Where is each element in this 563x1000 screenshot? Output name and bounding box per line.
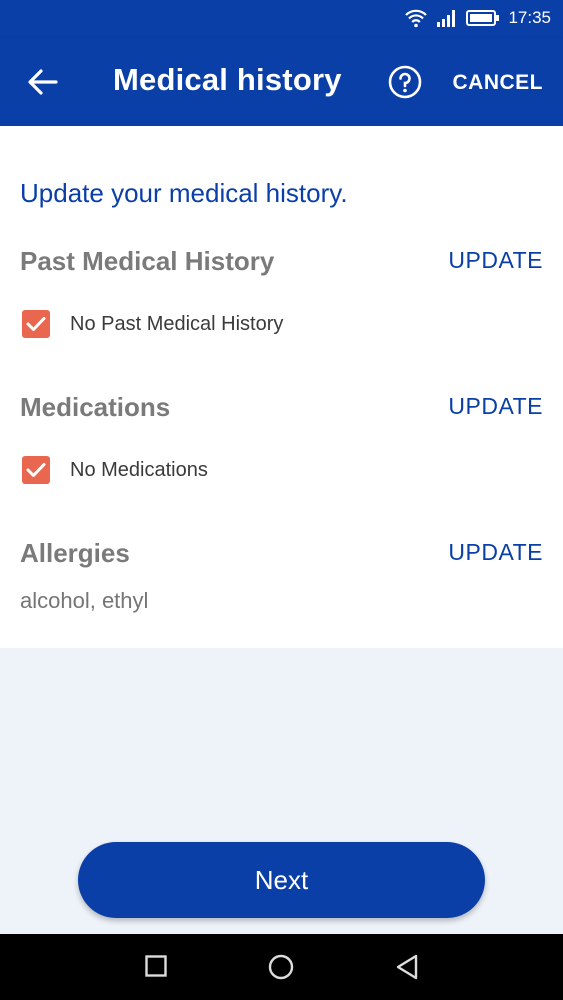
recent-apps-icon[interactable] <box>145 955 167 982</box>
checkbox-label: No Medications <box>70 458 208 481</box>
medications-title: Medications <box>20 392 171 422</box>
app-bar: Medical history CANCEL <box>0 38 563 126</box>
no-medications-checkbox-row[interactable]: No Medications <box>22 456 208 484</box>
update-medications-button[interactable]: UPDATE <box>448 393 543 420</box>
past-medical-history-title: Past Medical History <box>20 246 275 276</box>
next-button[interactable]: Next <box>78 842 485 918</box>
help-icon[interactable] <box>388 65 422 99</box>
checkbox-checked-icon[interactable] <box>22 310 50 338</box>
system-nav-bar <box>0 934 563 1000</box>
checkbox-label: No Past Medical History <box>70 312 284 335</box>
update-past-medical-history-button[interactable]: UPDATE <box>448 247 543 274</box>
wifi-icon <box>404 8 428 28</box>
signal-icon <box>436 9 458 27</box>
medical-history-card: Update your medical history. Past Medica… <box>0 126 563 648</box>
status-icons: 17:35 <box>404 8 551 28</box>
no-past-medical-history-checkbox-row[interactable]: No Past Medical History <box>22 310 283 338</box>
status-bar: 17:35 <box>0 0 563 38</box>
intro-text: Update your medical history. <box>20 178 348 208</box>
allergies-title: Allergies <box>20 538 130 568</box>
cancel-button[interactable]: CANCEL <box>453 71 544 95</box>
home-icon[interactable] <box>268 954 294 985</box>
allergies-value: alcohol, ethyl <box>20 588 149 613</box>
checkbox-checked-icon[interactable] <box>22 456 50 484</box>
battery-icon <box>466 9 500 27</box>
status-time: 17:35 <box>508 8 551 27</box>
back-arrow-icon[interactable] <box>26 66 60 98</box>
back-triangle-icon[interactable] <box>395 954 419 985</box>
page-title: Medical history <box>113 62 342 97</box>
update-allergies-button[interactable]: UPDATE <box>448 539 543 566</box>
